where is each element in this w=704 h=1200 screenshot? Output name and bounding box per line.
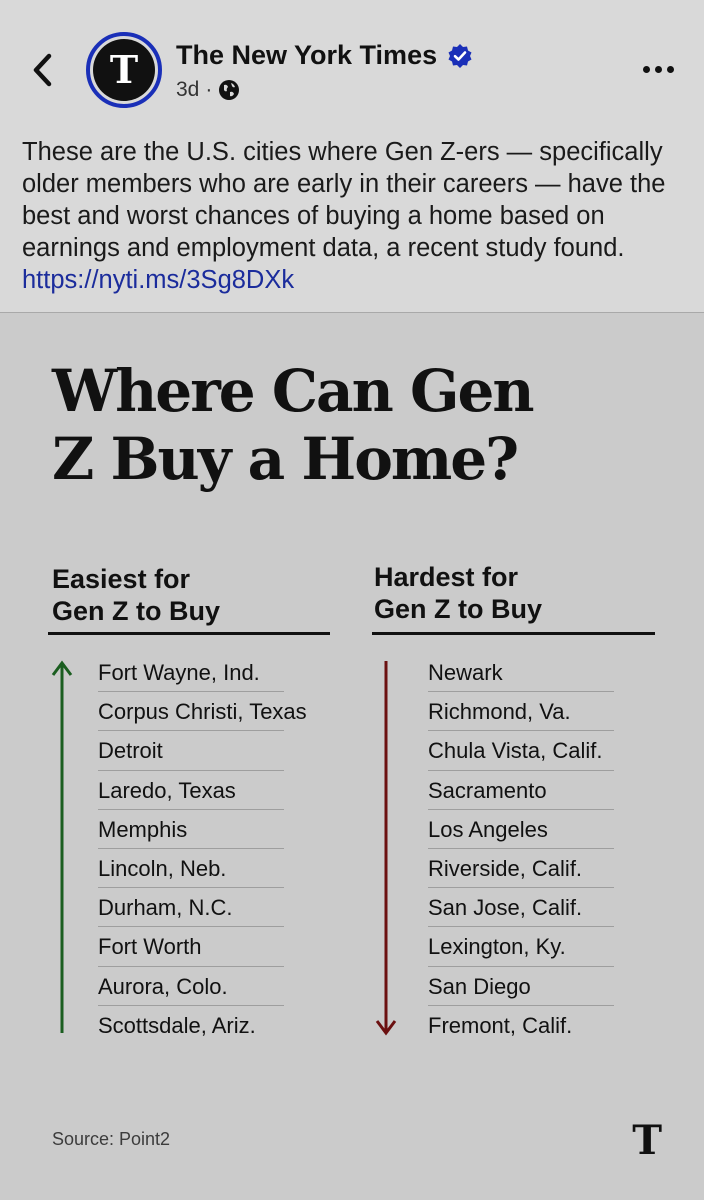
easiest-heading-line1: Easiest for: [52, 564, 191, 594]
hardest-city: Fremont, Calif.: [428, 1012, 573, 1038]
chevron-left-icon: [33, 53, 52, 87]
hardest-city: Chula Vista, Calif.: [428, 731, 614, 771]
easiest-list: Fort Wayne, Ind. Corpus Christi, Texas D…: [98, 653, 307, 1045]
nyt-logo-icon: T: [632, 1117, 662, 1164]
easiest-city: Detroit: [98, 731, 284, 771]
arrow-down-icon: [375, 661, 397, 1036]
nyt-logo-icon: T: [93, 39, 155, 101]
more-dot-icon: [654, 65, 662, 73]
hardest-divider: [372, 632, 655, 635]
easiest-city: Durham, N.C.: [98, 888, 284, 928]
back-button[interactable]: [24, 50, 60, 90]
hardest-heading: Hardest for Gen Z to Buy: [374, 561, 542, 625]
easiest-city: Fort Wayne, Ind.: [98, 653, 284, 693]
hardest-list: Newark Richmond, Va. Chula Vista, Calif.…: [428, 653, 614, 1045]
post-header: T The New York Times 3d ·: [0, 0, 704, 140]
easiest-heading-line2: Gen Z to Buy: [52, 596, 220, 626]
arrow-up-icon: [51, 660, 73, 1033]
separator-dot: ·: [205, 78, 213, 101]
easiest-city: Laredo, Texas: [98, 771, 284, 810]
easiest-city: Aurora, Colo.: [98, 967, 284, 1006]
hardest-city: Los Angeles: [428, 810, 614, 849]
hardest-heading-line1: Hardest for: [374, 562, 519, 592]
hardest-city: San Jose, Calif.: [428, 888, 614, 928]
avatar[interactable]: T: [86, 32, 162, 108]
easiest-city: Scottsdale, Ariz.: [98, 1012, 256, 1038]
more-dot-icon: [666, 65, 674, 73]
caption-link[interactable]: https://nyti.ms/3Sg8DXk: [22, 266, 294, 294]
post-meta: 3d ·: [176, 78, 240, 102]
easiest-city: Lincoln, Neb.: [98, 849, 284, 889]
easiest-divider: [48, 632, 330, 635]
hardest-city: Lexington, Ky.: [428, 927, 614, 967]
avatar-letter: T: [109, 47, 139, 92]
hardest-city: Sacramento: [428, 771, 614, 810]
more-options-button[interactable]: [638, 54, 678, 84]
easiest-city: Memphis: [98, 810, 284, 849]
hardest-city: Newark: [428, 653, 614, 693]
hardest-city: Riverside, Calif.: [428, 849, 614, 889]
page-name-row: The New York Times: [176, 40, 473, 71]
post-image[interactable]: Where Can Gen Z Buy a Home? Easiest for …: [0, 312, 704, 1200]
easiest-heading: Easiest for Gen Z to Buy: [52, 563, 220, 627]
hardest-city: Richmond, Va.: [428, 692, 614, 732]
easiest-city: Corpus Christi, Texas: [98, 692, 307, 732]
globe-icon: [219, 80, 240, 100]
more-dot-icon: [642, 65, 650, 73]
source-note: Source: Point2: [52, 1129, 171, 1149]
verified-badge-icon: [448, 43, 472, 68]
easiest-city: Fort Worth: [98, 927, 284, 967]
page-name[interactable]: The New York Times: [176, 40, 437, 71]
hardest-city: San Diego: [428, 967, 614, 1006]
post-time[interactable]: 3d: [176, 78, 199, 102]
hardest-heading-line2: Gen Z to Buy: [374, 594, 542, 624]
post-caption: These are the U.S. cities where Gen Z-er…: [22, 136, 688, 296]
caption-text: These are the U.S. cities where Gen Z-er…: [22, 138, 666, 262]
graphic-title: Where Can Gen Z Buy a Home?: [52, 357, 535, 493]
